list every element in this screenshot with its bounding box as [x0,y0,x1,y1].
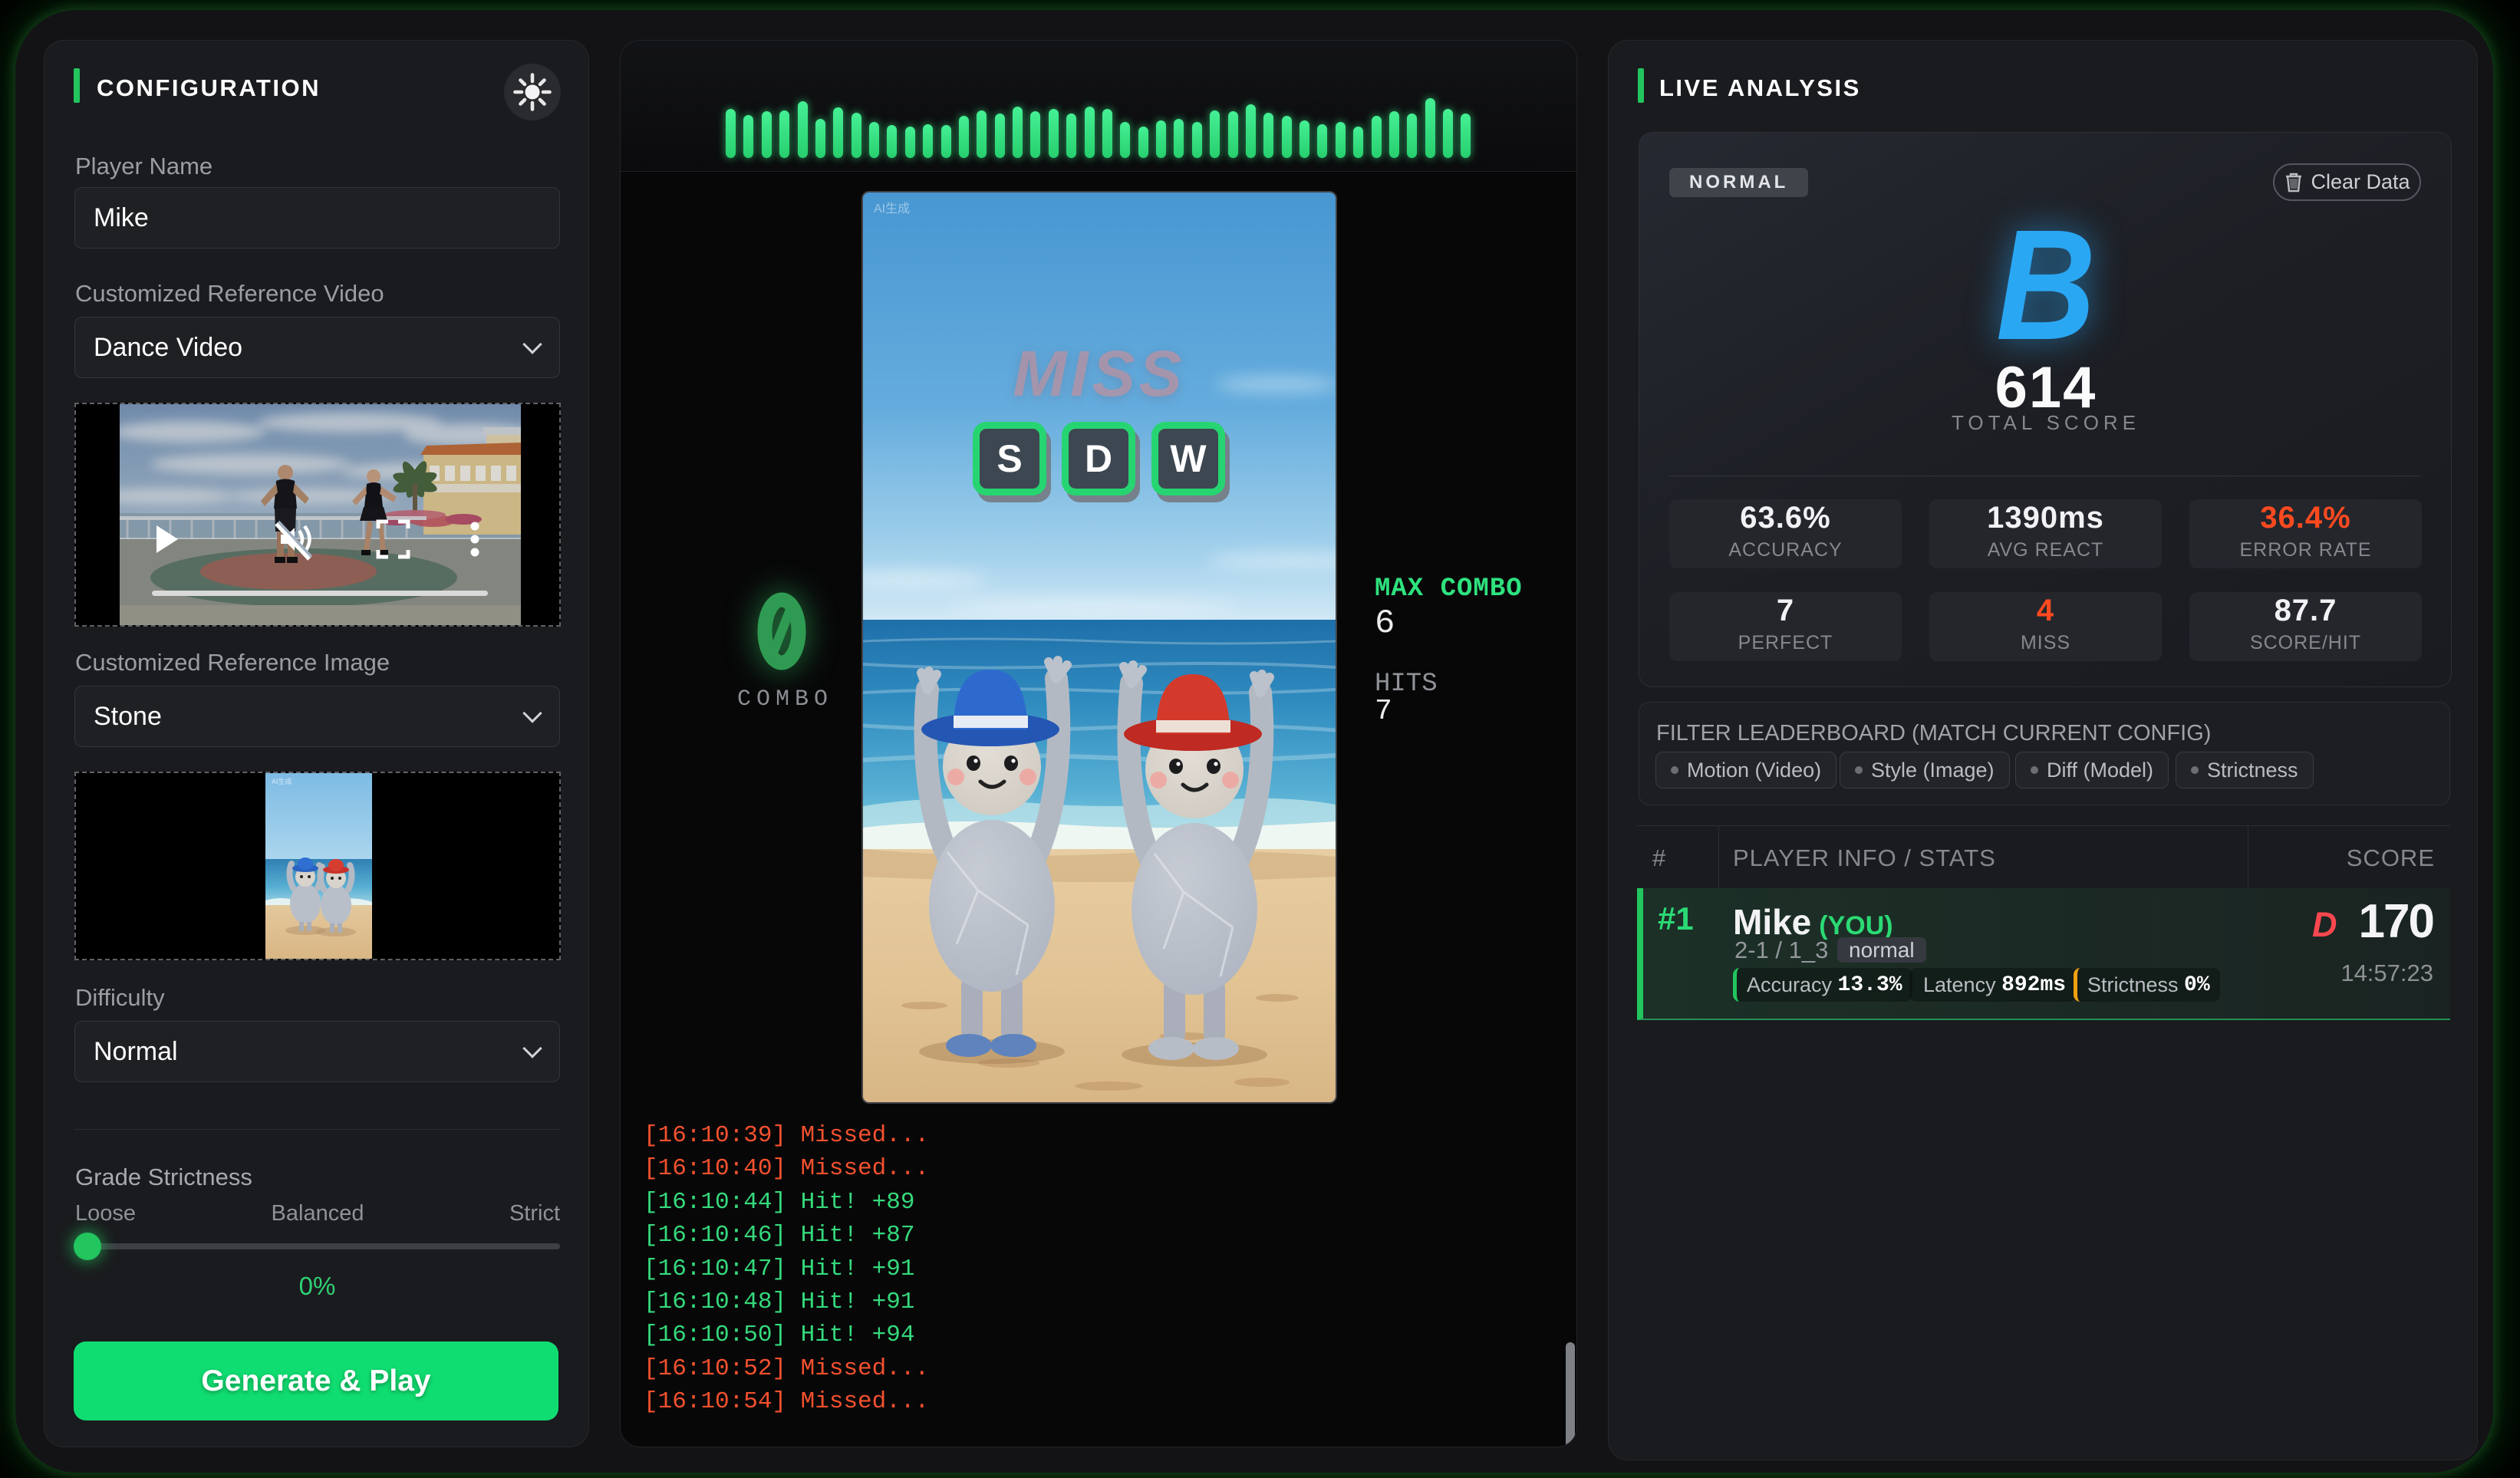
svg-text:AI生成: AI生成 [874,202,910,216]
svg-text:AI生成: AI生成 [272,777,292,785]
